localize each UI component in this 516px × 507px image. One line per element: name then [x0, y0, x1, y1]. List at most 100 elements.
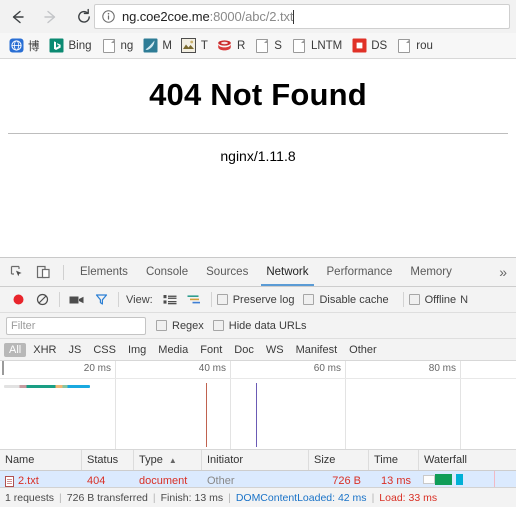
cell-waterfall	[419, 471, 516, 491]
bookmark-item[interactable]: M	[138, 35, 176, 57]
address-bar[interactable]: ng.coe2coe.me:8000/abc/2.txt	[94, 4, 510, 29]
network-toolbar: View: Preserve log Disable cache Offline…	[0, 287, 516, 313]
tab-performance[interactable]: Performance	[318, 258, 402, 286]
type-filter-css[interactable]: CSS	[88, 343, 121, 357]
bookmark-label: rou	[416, 39, 433, 52]
bookmark-item[interactable]: R	[213, 35, 249, 57]
bookmark-item[interactable]: DS	[347, 35, 391, 57]
bookmark-item[interactable]: LNTM	[287, 35, 346, 57]
type-filter-xhr[interactable]: XHR	[28, 343, 61, 357]
column-label: Status	[87, 454, 119, 466]
record-icon	[13, 294, 23, 305]
column-header-waterfall[interactable]: Waterfall	[419, 450, 516, 470]
network-table-header: Name Status Type ▲ Initiator Size Time W…	[0, 450, 516, 471]
bing-icon	[49, 38, 65, 54]
tab-elements[interactable]: Elements	[71, 258, 137, 286]
forward-button[interactable]	[36, 3, 64, 31]
status-separator: |	[59, 491, 62, 504]
thumbnail-icon	[181, 38, 197, 54]
divider	[63, 264, 64, 280]
bookmark-item[interactable]: Bing	[45, 35, 96, 57]
column-header-time[interactable]: Time	[369, 450, 419, 470]
timeline-gridline	[460, 361, 461, 449]
type-filter-font[interactable]: Font	[195, 343, 227, 357]
tab-label: Console	[145, 266, 189, 278]
bookmark-item[interactable]: T	[177, 35, 212, 57]
tab-console[interactable]: Console	[137, 258, 197, 286]
bookmark-item[interactable]: S	[250, 35, 286, 57]
load-event-line	[206, 383, 207, 447]
column-header-initiator[interactable]: Initiator	[202, 450, 309, 470]
type-filter-doc[interactable]: Doc	[229, 343, 259, 357]
column-header-status[interactable]: Status	[82, 450, 134, 470]
camera-icon	[69, 296, 84, 303]
record-button[interactable]	[6, 289, 30, 311]
capture-screenshots-button[interactable]	[65, 289, 89, 311]
checkbox-box	[408, 294, 420, 305]
horizontal-rule	[8, 133, 508, 134]
timeline-ruler-line	[0, 378, 516, 379]
column-header-name[interactable]: Name	[0, 450, 82, 470]
device-toolbar-icon[interactable]	[30, 260, 56, 284]
type-filter-other[interactable]: Other	[344, 343, 382, 357]
type-filter-img[interactable]: Img	[123, 343, 151, 357]
bookmark-item[interactable]: 博	[4, 35, 44, 57]
network-overview-timeline[interactable]: 20 ms 40 ms 60 ms 80 ms	[0, 361, 516, 450]
timeline-tick-label: 60 ms	[313, 363, 341, 374]
filter-input[interactable]	[6, 316, 146, 335]
type-filter-js[interactable]: JS	[63, 343, 86, 357]
text-caret	[293, 10, 295, 24]
back-button[interactable]	[4, 3, 32, 31]
offline-checkbox[interactable]: Offline	[408, 294, 456, 306]
hide-data-urls-checkbox[interactable]: Hide data URLs	[212, 319, 307, 332]
sort-ascending-icon: ▲	[168, 455, 177, 465]
status-domcontentloaded: DOMContentLoaded: 42 ms	[235, 491, 367, 504]
column-header-type[interactable]: Type ▲	[134, 450, 202, 470]
view-waterfall-button[interactable]	[182, 289, 206, 311]
server-signature: nginx/1.11.8	[220, 148, 296, 164]
bookmarks-bar: 博 Bing ng M T R S LNTM DS rou	[0, 33, 516, 59]
network-status-bar: 1 requests | 726 B transferred | Finish:…	[0, 487, 516, 507]
clear-button[interactable]	[30, 289, 54, 311]
document-icon	[5, 475, 14, 487]
url-host: ng.coe2coe.me	[122, 9, 210, 24]
back-arrow-icon	[12, 10, 24, 23]
resource-type-filters: All XHR JS CSS Img Media Font Doc WS Man…	[0, 339, 516, 361]
filter-toggle-button[interactable]	[89, 289, 113, 311]
type-filter-ws[interactable]: WS	[261, 343, 289, 357]
type-filter-media[interactable]: Media	[153, 343, 193, 357]
tab-sources[interactable]: Sources	[197, 258, 257, 286]
bookmark-item[interactable]: rou	[392, 35, 437, 57]
column-label: Name	[5, 454, 35, 466]
type-filter-all[interactable]: All	[4, 342, 27, 357]
more-tabs-button[interactable]: »	[490, 258, 516, 286]
disable-cache-checkbox[interactable]: Disable cache	[303, 293, 389, 306]
column-header-size[interactable]: Size	[309, 450, 369, 470]
type-filter-manifest[interactable]: Manifest	[291, 343, 343, 357]
tab-network[interactable]: Network	[257, 258, 317, 286]
waterfall-view-icon	[187, 294, 200, 303]
request-name: 2.txt	[18, 475, 39, 487]
forward-arrow-icon	[44, 10, 56, 23]
bookmark-item[interactable]: ng	[97, 35, 138, 57]
timeline-gridline	[230, 361, 231, 449]
browser-window: ng.coe2coe.me:8000/abc/2.txt 博 Bing ng M…	[0, 0, 516, 507]
info-circle-icon	[102, 10, 115, 23]
view-list-button[interactable]	[158, 289, 182, 311]
preserve-log-checkbox[interactable]: Preserve log	[216, 294, 294, 306]
throttle-dropdown[interactable]: N	[460, 294, 468, 306]
checkbox-label: Disable cache	[319, 293, 389, 306]
checkbox-box	[216, 294, 228, 305]
checkbox-label: Hide data URLs	[228, 319, 307, 332]
inspect-element-icon[interactable]	[4, 260, 30, 284]
bookmark-label: DS	[371, 39, 388, 52]
divider	[402, 292, 404, 307]
regex-checkbox[interactable]: Regex	[156, 320, 204, 332]
page-icon	[291, 38, 307, 54]
tab-label: Memory	[410, 266, 452, 278]
tab-label: Network	[266, 266, 309, 278]
bookmark-label: Bing	[68, 39, 92, 52]
waterfall-segment-waiting	[435, 474, 452, 485]
bookmark-label: LNTM	[310, 39, 343, 52]
tab-memory[interactable]: Memory	[401, 258, 461, 286]
